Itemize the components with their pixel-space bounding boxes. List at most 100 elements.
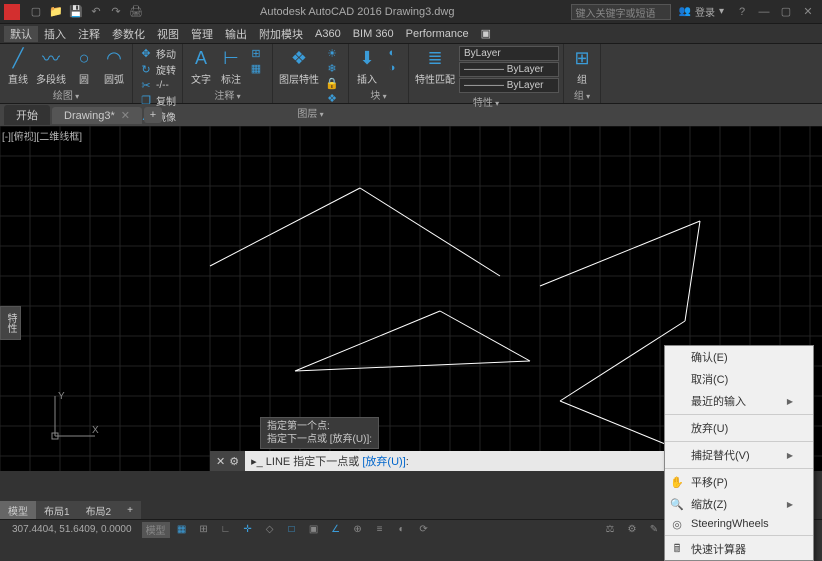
ortho-toggle-icon[interactable]: ∟: [216, 522, 236, 538]
menu-tab[interactable]: 插入: [38, 26, 72, 42]
otrack-icon[interactable]: ∠: [326, 522, 346, 538]
menu-tab[interactable]: 参数化: [106, 26, 151, 42]
layout-tab[interactable]: 布局1: [36, 501, 78, 520]
menu-tab[interactable]: ▣: [475, 27, 497, 40]
help-icon[interactable]: ?: [732, 4, 752, 20]
context-menu-item[interactable]: 确认(E): [665, 346, 813, 368]
3dosnap-icon[interactable]: ▣: [304, 522, 324, 538]
transparency-icon[interactable]: ◐: [392, 522, 412, 538]
context-menu-item[interactable]: ◎SteeringWheels: [665, 515, 813, 533]
command-line[interactable]: ✕ ⚙ ▸_ LINE 指定下一点或 [放弃(U)]:: [210, 451, 702, 471]
qat-new-icon[interactable]: ▢: [28, 4, 44, 20]
properties-palette-tab[interactable]: 特性: [0, 306, 21, 340]
grid-toggle-icon[interactable]: ▦: [172, 522, 192, 538]
context-menu-item[interactable]: 放弃(U): [665, 417, 813, 439]
menu-tab[interactable]: BIM 360: [347, 28, 400, 40]
ribbon-tool[interactable]: ❖图层特性: [277, 46, 321, 86]
ribbon-tool-small[interactable]: ▦: [247, 61, 268, 75]
ribbon-tool[interactable]: ⊢标注: [217, 46, 245, 86]
context-menu-item[interactable]: 🖩快速计算器: [665, 538, 813, 560]
menu-tab[interactable]: 视图: [151, 26, 185, 42]
maximize-icon[interactable]: ▢: [776, 4, 796, 20]
close-icon[interactable]: ✕: [798, 4, 818, 20]
tool-icon: ❄: [325, 61, 339, 75]
ribbon-tool-small[interactable]: ✂-/--: [137, 78, 178, 92]
app-logo[interactable]: [4, 4, 20, 20]
minimize-icon[interactable]: —: [754, 4, 774, 20]
context-menu-item[interactable]: 最近的输入▶: [665, 390, 813, 412]
file-tab[interactable]: Drawing3*✕: [52, 107, 142, 124]
qat-undo-icon[interactable]: ↶: [88, 4, 104, 20]
menu-tab[interactable]: 附加模块: [253, 26, 309, 42]
context-menu-item[interactable]: 捕捉替代(V)▶: [665, 444, 813, 466]
ribbon-tool[interactable]: ╱直线: [4, 46, 32, 86]
exchange-icon[interactable]: ▾: [719, 6, 724, 17]
panel-title[interactable]: 注释: [187, 87, 268, 101]
property-dropdown[interactable]: ByLayer: [459, 46, 559, 61]
panel-title[interactable]: 绘图: [4, 87, 128, 101]
annotation-scale-icon[interactable]: ⚖: [600, 522, 620, 538]
signin-label[interactable]: 登录: [695, 4, 715, 19]
ribbon-tool[interactable]: ○圆: [70, 46, 98, 86]
panel-title[interactable]: 特性: [413, 94, 559, 108]
workspace-icon[interactable]: ⚙: [622, 522, 642, 538]
close-tab-icon[interactable]: ✕: [121, 110, 130, 122]
dyn-input-icon[interactable]: ⊕: [348, 522, 368, 538]
tool-label: 多段线: [36, 71, 66, 86]
polar-toggle-icon[interactable]: ✛: [238, 522, 258, 538]
ribbon-tool[interactable]: ◠圆弧: [100, 46, 128, 86]
menu-tab[interactable]: 默认: [4, 26, 38, 42]
layout-tab[interactable]: 布局2: [78, 501, 120, 520]
panel-title[interactable]: 图层: [277, 105, 344, 119]
ribbon-tool[interactable]: ⬇插入: [353, 46, 381, 86]
context-menu-item[interactable]: ✋平移(P): [665, 471, 813, 493]
signin-icon[interactable]: 👥: [679, 6, 691, 17]
qat-open-icon[interactable]: 📁: [48, 4, 64, 20]
property-dropdown[interactable]: ———— ByLayer: [459, 62, 559, 77]
menu-tab[interactable]: A360: [309, 28, 347, 40]
panel-title[interactable]: 块: [353, 87, 404, 101]
new-tab-button[interactable]: +: [144, 107, 162, 123]
cmdline-close-icon[interactable]: ✕: [216, 455, 225, 468]
osnap-toggle-icon[interactable]: □: [282, 522, 302, 538]
model-button[interactable]: 模型: [142, 522, 170, 538]
ribbon-tool-small[interactable]: ❄: [323, 61, 344, 75]
ribbon-tool-small[interactable]: 🔒: [323, 76, 344, 90]
qat-save-icon[interactable]: 💾: [68, 4, 84, 20]
iso-toggle-icon[interactable]: ◇: [260, 522, 280, 538]
cycling-icon[interactable]: ⟳: [414, 522, 434, 538]
ribbon-tool-small[interactable]: ◑: [383, 61, 404, 75]
help-search[interactable]: 键入关键字或短语: [571, 4, 671, 20]
lineweight-icon[interactable]: ≡: [370, 522, 390, 538]
layout-tab[interactable]: 模型: [0, 501, 36, 520]
context-menu-item[interactable]: 取消(C): [665, 368, 813, 390]
ribbon-tool[interactable]: ≣特性匹配: [413, 46, 457, 86]
panel-title[interactable]: 组: [568, 87, 596, 101]
ribbon-tool-small[interactable]: ❐复制: [137, 93, 178, 108]
qat-print-icon[interactable]: 🖨: [128, 4, 144, 20]
layout-tab[interactable]: +: [119, 503, 141, 518]
ribbon-tool[interactable]: ⊞组: [568, 46, 596, 86]
ribbon-tool-small[interactable]: ↻旋转: [137, 62, 178, 77]
menu-tab[interactable]: 注释: [72, 26, 106, 42]
menu-tab[interactable]: 输出: [219, 26, 253, 42]
qat-redo-icon[interactable]: ↷: [108, 4, 124, 20]
cmdline-config-icon[interactable]: ⚙: [229, 455, 239, 468]
snap-toggle-icon[interactable]: ⊞: [194, 522, 214, 538]
menu-item-icon: ◎: [669, 518, 685, 531]
menu-tab[interactable]: Performance: [400, 28, 475, 40]
property-dropdown[interactable]: ———— ByLayer: [459, 78, 559, 93]
coordinates[interactable]: 307.4404, 51.6409, 0.0000: [4, 524, 140, 535]
ribbon-tool-small[interactable]: ✥移动: [137, 46, 178, 61]
ribbon-tool[interactable]: 〰多段线: [34, 46, 68, 86]
ribbon-tool-small[interactable]: ❖: [323, 91, 344, 105]
file-tab[interactable]: 开始: [4, 105, 50, 125]
ucs-icon[interactable]: Y X: [50, 391, 100, 441]
ribbon-tool-small[interactable]: ◐: [383, 46, 404, 60]
ribbon-tool-small[interactable]: ☀: [323, 46, 344, 60]
menu-tab[interactable]: 管理: [185, 26, 219, 42]
annotation-monitor-icon[interactable]: ✎: [644, 522, 664, 538]
ribbon-tool[interactable]: A文字: [187, 46, 215, 86]
context-menu-item[interactable]: 🔍缩放(Z)▶: [665, 493, 813, 515]
ribbon-tool-small[interactable]: ⊞: [247, 46, 268, 60]
